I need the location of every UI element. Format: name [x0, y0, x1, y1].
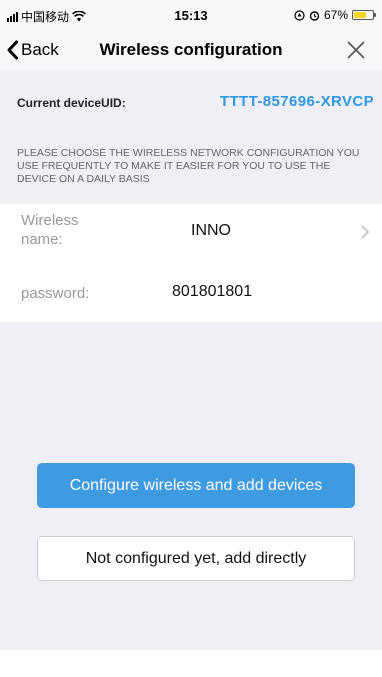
battery-icon [352, 10, 376, 20]
hint-text: PLEASE CHOOSE THE WIRELESS NETWORK CONFI… [17, 147, 360, 185]
uid-value: TTTT-857696-XRVCP [219, 93, 374, 110]
device-uid-row: Current deviceUID: TTTT-857696-XRVCP [0, 70, 382, 138]
wireless-config-screen: 中国移动 15:13 67% Back Wireless configurati… [0, 0, 382, 677]
password-field[interactable]: 801801801 [172, 283, 252, 301]
status-right: 67% [294, 8, 376, 22]
bottom-strip [0, 650, 382, 677]
wireless-name-row[interactable]: Wireless name: INNO [0, 204, 382, 264]
location-lock-icon [294, 9, 305, 21]
password-label: password: [21, 285, 90, 302]
alarm-icon [309, 10, 320, 21]
page-title: Wireless configuration [99, 40, 283, 59]
chevron-right-icon [361, 225, 370, 239]
wireless-name-label: Wireless name: [21, 212, 79, 248]
nav-bar: Back Wireless configuration [0, 30, 382, 70]
wireless-name-value: INNO [191, 222, 231, 239]
configure-wireless-button[interactable]: Configure wireless and add devices [37, 463, 355, 508]
battery-fill [354, 12, 367, 18]
add-directly-button[interactable]: Not configured yet, add directly [37, 536, 355, 581]
password-row[interactable]: password: 801801801 [0, 264, 382, 322]
battery-percent: 67% [323, 8, 348, 22]
uid-label: Current deviceUID: [17, 96, 126, 110]
wifi-form: Wireless name: INNO password: 801801801 [0, 204, 382, 322]
close-icon[interactable] [344, 38, 368, 62]
status-bar: 中国移动 15:13 67% [0, 0, 382, 30]
